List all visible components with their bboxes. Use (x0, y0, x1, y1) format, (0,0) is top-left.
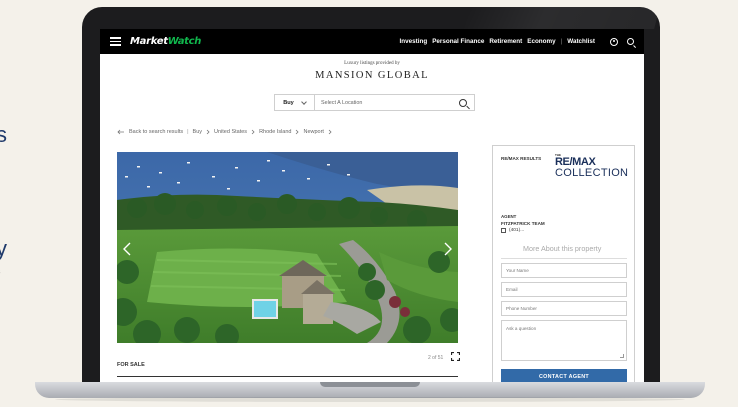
logo-watch: Watch (167, 36, 202, 47)
nav-watchlist[interactable]: Watchlist (567, 38, 595, 45)
agent-phone[interactable]: (401)... (501, 228, 524, 233)
phone-number-field[interactable]: Phone Number (501, 301, 627, 316)
chevron-right-icon (328, 129, 332, 135)
laptop-bezel: MarketWatch Investing Personal Finance R… (82, 7, 660, 387)
gallery-previous-button[interactable] (122, 242, 132, 256)
gallery-next-button[interactable] (443, 242, 453, 256)
panel-divider (501, 258, 627, 259)
breadcrumb: Back to search results | Buy United Stat… (117, 129, 332, 135)
chevron-right-icon (206, 129, 210, 135)
nav-personal-finance[interactable]: Personal Finance (432, 38, 484, 45)
remax-collection-logo: THE RE/MAX COLLECTION (555, 153, 628, 179)
background-text-fragment: y (0, 236, 7, 261)
phone-reveal-checkbox[interactable] (501, 228, 506, 233)
nav-investing[interactable]: Investing (400, 38, 428, 45)
marketwatch-logo[interactable]: MarketWatch (130, 36, 201, 47)
chevron-right-icon (251, 129, 255, 135)
ask-question-placeholder: Ask a question (506, 326, 537, 331)
buy-select-value: Buy (283, 99, 294, 106)
nav-separator: | (560, 38, 563, 45)
mansion-global-logo[interactable]: MANSION GLOBAL (100, 70, 644, 81)
property-photo[interactable] (117, 152, 458, 343)
search-icon[interactable] (459, 98, 467, 107)
back-to-results-link[interactable]: Back to search results (129, 129, 183, 135)
section-divider (117, 376, 458, 377)
chevron-right-icon (296, 129, 300, 135)
nav-economy[interactable]: Economy (527, 38, 555, 45)
search-icon[interactable] (627, 38, 634, 45)
breadcrumb-buy[interactable]: Buy (193, 129, 202, 135)
listing-status: FOR SALE (117, 362, 145, 368)
logo-market: Market (130, 36, 168, 47)
background-text-fragment: s (0, 122, 7, 147)
logo-collection: COLLECTION (555, 167, 629, 179)
fullscreen-expand-icon[interactable] (451, 352, 460, 361)
laptop-notch (320, 382, 420, 387)
agent-phone-number: (401)... (509, 228, 525, 233)
chevron-down-icon (300, 98, 307, 105)
agent-name: FITZPATRICK TEAM (501, 221, 545, 226)
agent-label: AGENT (501, 214, 517, 219)
resize-handle-icon[interactable] (620, 354, 624, 358)
user-icon[interactable] (610, 37, 618, 46)
main-nav: Investing Personal Finance Retirement Ec… (400, 37, 634, 46)
buy-select[interactable]: Buy (275, 95, 315, 110)
nav-retirement[interactable]: Retirement (489, 38, 522, 45)
location-input[interactable]: Select A Location (315, 100, 459, 106)
laptop-shadow (55, 397, 685, 402)
site-header: MarketWatch Investing Personal Finance R… (100, 29, 644, 54)
agent-contact-panel: RE/MAX RESULTS THE RE/MAX COLLECTION AGE… (492, 145, 635, 383)
gallery-counter: 2 of 51 (428, 355, 444, 361)
remax-results-label: RE/MAX RESULTS (501, 156, 542, 161)
breadcrumb-separator: | (187, 129, 189, 135)
location-search-bar: Buy Select A Location (274, 94, 475, 111)
menu-icon[interactable] (110, 37, 121, 46)
provided-by-text: Luxury listings provided by (344, 61, 400, 66)
background-text-fragment: s (0, 266, 1, 276)
arrow-left-icon[interactable] (117, 129, 125, 135)
ask-question-textarea[interactable]: Ask a question (501, 320, 627, 361)
breadcrumb-rhode-island[interactable]: Rhode Island (259, 129, 291, 135)
aerial-harbor-photo (117, 152, 458, 343)
more-about-heading: More About this property (523, 244, 602, 253)
email-field[interactable]: Email (501, 282, 627, 297)
breadcrumb-newport[interactable]: Newport (303, 129, 323, 135)
your-name-field[interactable]: Your Name (501, 263, 627, 278)
contact-agent-button[interactable]: CONTACT AGENT (501, 369, 627, 383)
breadcrumb-united-states[interactable]: United States (214, 129, 247, 135)
browser-viewport: MarketWatch Investing Personal Finance R… (100, 29, 644, 383)
